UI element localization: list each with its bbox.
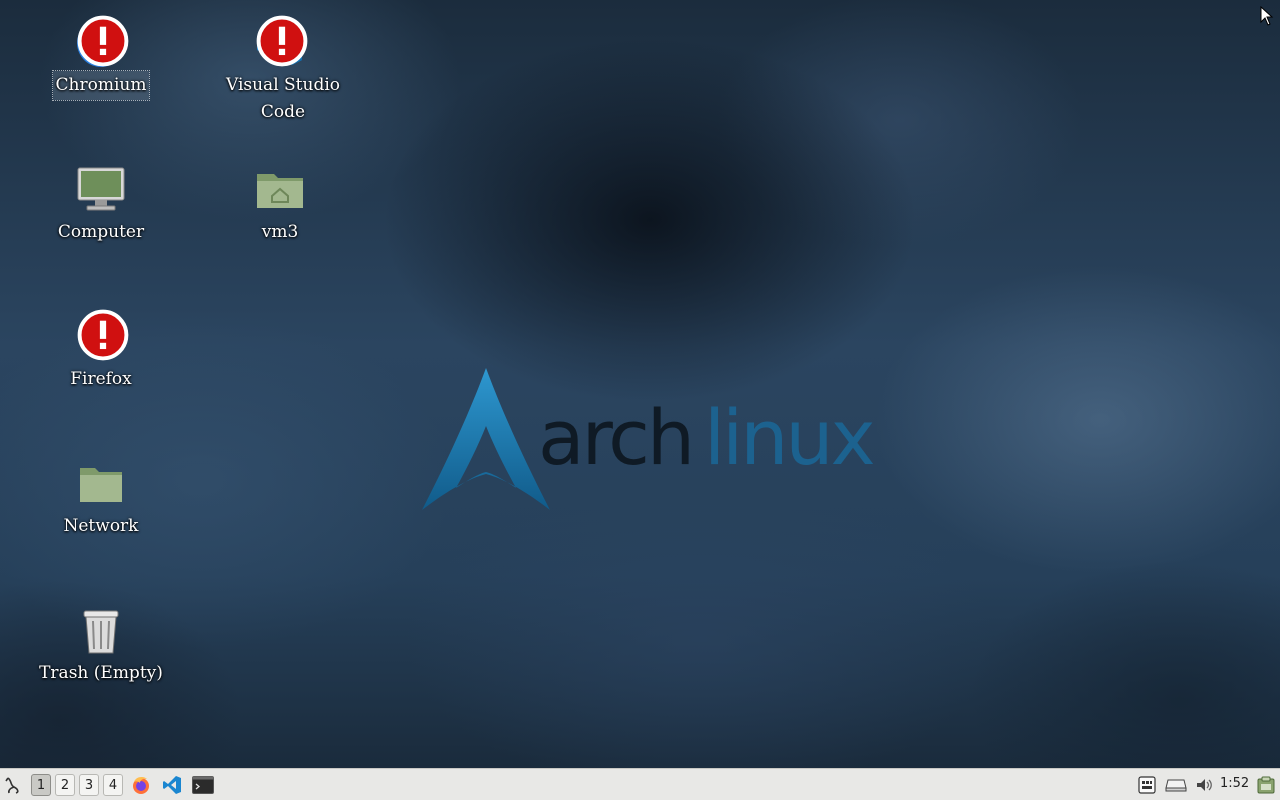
warning-badge-icon [77,15,129,67]
keyboard-layout-indicator[interactable] [1136,773,1158,797]
workspace-label: 1 [36,777,46,793]
workspace-label: 2 [60,777,70,793]
desktop-icon-network[interactable]: Network [31,458,171,541]
app-menu-button[interactable] [2,773,26,797]
warning-badge-icon [77,309,129,361]
firefox-launcher[interactable] [128,773,154,797]
workspace-3-button[interactable]: 3 [79,774,99,796]
firefox-icon [133,777,149,794]
vscode-icon [254,15,308,69]
trash-icon [75,605,127,657]
desktop-icon-label: Chromium [51,70,151,101]
clipboard-tray-button[interactable] [1255,773,1277,797]
desktop-icon-vscode[interactable]: Visual Studio Code [210,15,350,127]
clock[interactable]: 1:52 [1220,776,1249,791]
removable-drive-button[interactable] [1164,773,1188,797]
arch-wordmark: arch [538,393,692,482]
workspace-label: 3 [84,777,94,793]
desktop-icon-trash[interactable]: Trash (Empty) [31,605,171,688]
drive-icon [1165,779,1187,792]
desktop-icon-label: vm3 [261,222,299,242]
desktop-icon-computer[interactable]: Computer [31,164,171,247]
workspace-4-button[interactable]: 4 [103,774,123,796]
volume-control[interactable] [1193,773,1215,797]
desktop-icon-label: Trash (Empty) [39,663,163,683]
taskbar: 1 2 3 4 1:52 [0,768,1280,800]
clipboard-icon [1257,776,1275,794]
desktop-icon-label: Visual Studio Code [225,75,341,122]
firefox-icon [75,309,129,363]
terminal-launcher[interactable] [190,773,216,797]
keyboard-layout-icon [1138,776,1156,794]
workspace-1-button[interactable]: 1 [31,774,51,796]
desktop-icon-chromium[interactable]: Chromium [31,15,171,101]
desktop-icon-label: Firefox [70,369,132,389]
home-folder-icon [254,164,306,216]
arch-linux-logo: arch linux [422,368,877,510]
chromium-icon [75,15,129,69]
network-folder-icon [75,458,127,510]
linux-wordmark: linux [704,393,874,482]
computer-icon [75,164,127,216]
desktop-icon-label: Network [63,516,139,536]
workspace-label: 4 [108,777,118,793]
vscode-icon [163,776,181,794]
desktop-icon-label: Computer [57,222,145,242]
terminal-icon [192,776,214,794]
desktop-icon-firefox[interactable]: Firefox [31,309,171,394]
desktop-icon-home-folder[interactable]: vm3 [210,164,350,247]
mouse-cursor-icon [1260,6,1274,26]
vscode-launcher[interactable] [159,773,185,797]
app-menu-icon [5,777,19,794]
warning-badge-icon [256,15,308,67]
desktop-wallpaper: arch linux [0,0,1280,768]
workspace-2-button[interactable]: 2 [55,774,75,796]
volume-icon [1197,779,1212,791]
